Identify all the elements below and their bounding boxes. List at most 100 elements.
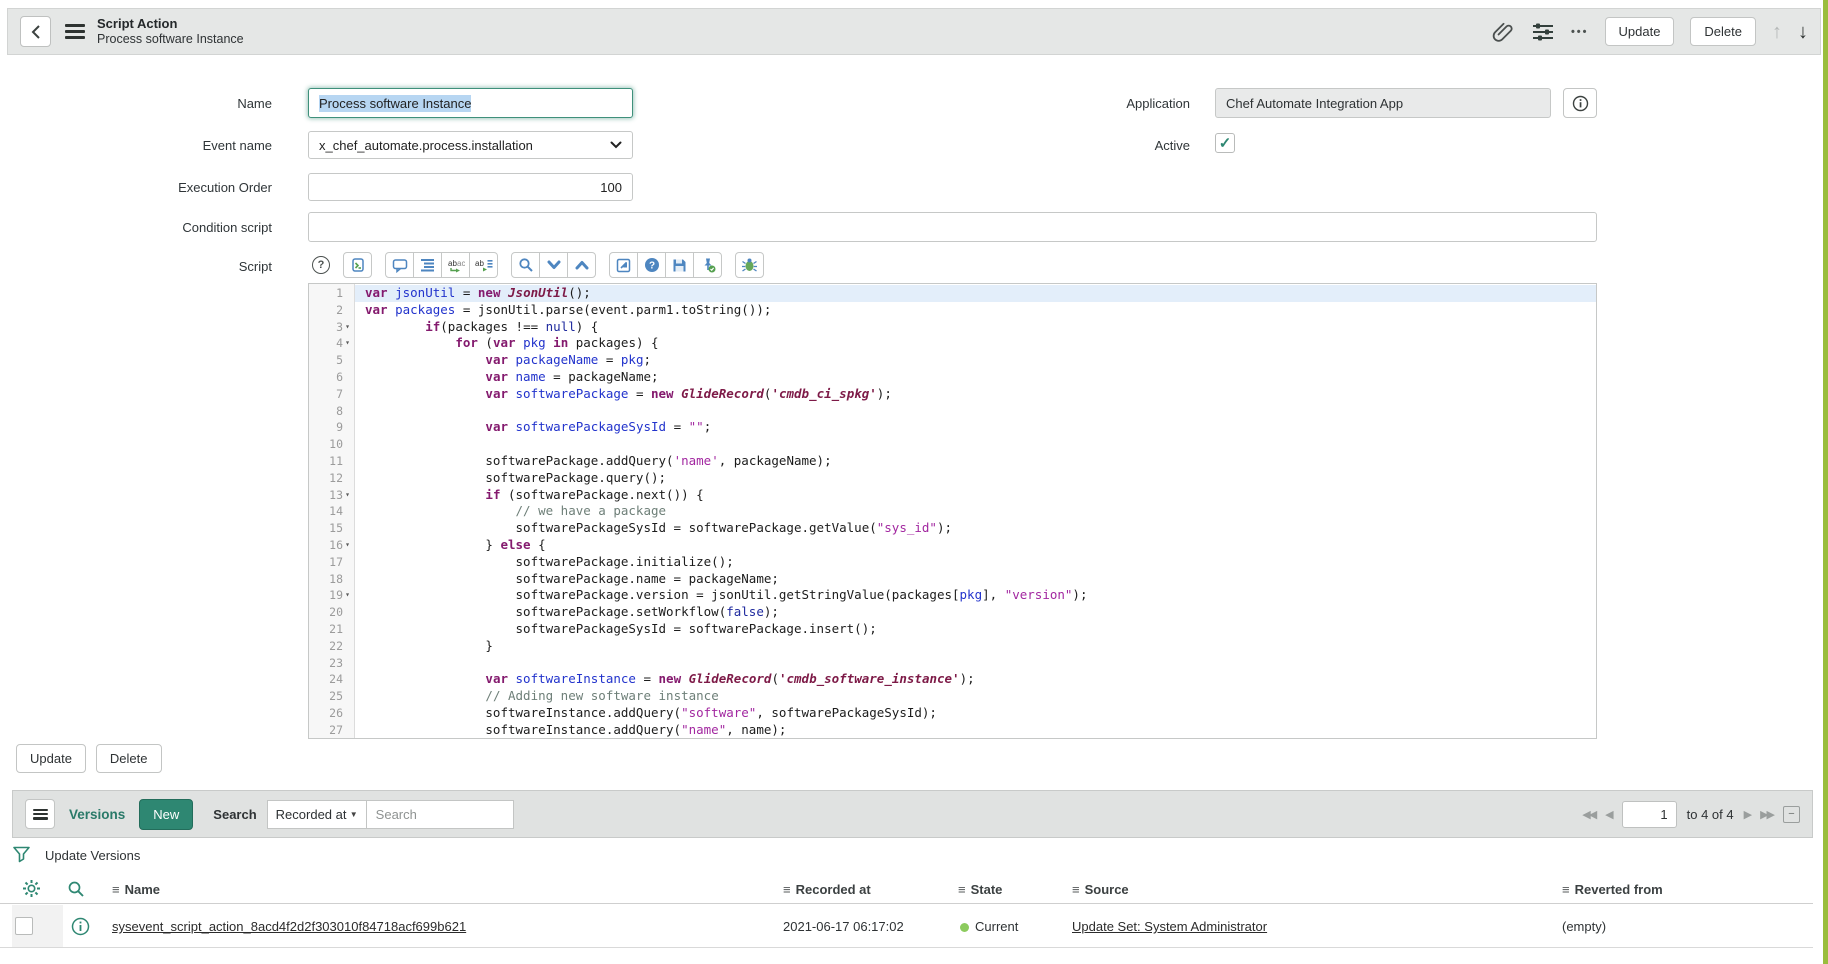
code-line[interactable]: var softwarePackageSysId = "";: [355, 419, 1596, 436]
record-info-icon[interactable]: [71, 917, 90, 936]
code-line[interactable]: softwarePackage.query();: [355, 470, 1596, 487]
code-line[interactable]: var softwarePackage = new GlideRecord('c…: [355, 386, 1596, 403]
line-number[interactable]: 21: [309, 621, 354, 638]
code-line[interactable]: var name = packageName;: [355, 369, 1596, 386]
format-code-button[interactable]: [413, 252, 442, 278]
code-line[interactable]: var packageName = pkg;: [355, 352, 1596, 369]
code-line[interactable]: [355, 436, 1596, 453]
execution-order-input[interactable]: 100: [308, 173, 633, 201]
application-info-button[interactable]: [1563, 88, 1597, 118]
script-editor[interactable]: 123▾4▾5678910111213▾141516▾171819▾202122…: [308, 283, 1597, 739]
personalize-sliders-icon[interactable]: [1531, 21, 1555, 43]
line-number[interactable]: 7: [309, 386, 354, 403]
code-lines[interactable]: var jsonUtil = new JsonUtil();var packag…: [355, 284, 1596, 738]
line-number[interactable]: 16▾: [309, 537, 354, 554]
column-menu-icon[interactable]: ≡: [1562, 882, 1570, 897]
next-page-icon[interactable]: ▶: [1744, 808, 1750, 821]
code-line[interactable]: softwarePackageSysId = softwarePackage.i…: [355, 621, 1596, 638]
line-number[interactable]: 1: [309, 285, 354, 302]
column-header-recorded-at[interactable]: ≡Recorded at: [783, 882, 871, 897]
toggle-comment-button[interactable]: [385, 252, 414, 278]
replace-all-button[interactable]: ab: [469, 252, 498, 278]
line-number[interactable]: 12: [309, 470, 354, 487]
gear-icon[interactable]: [22, 879, 41, 898]
new-version-button[interactable]: New: [139, 799, 193, 830]
code-line[interactable]: var softwareInstance = new GlideRecord('…: [355, 671, 1596, 688]
fold-toggle-icon[interactable]: ▾: [343, 537, 352, 554]
column-header-source[interactable]: ≡Source: [1072, 882, 1129, 897]
code-line[interactable]: softwarePackage.addQuery('name', package…: [355, 453, 1596, 470]
syntax-editor-toggle-button[interactable]: [343, 252, 372, 278]
code-line[interactable]: // Adding new software instance: [355, 688, 1596, 705]
script-debugger-button[interactable]: [735, 252, 764, 278]
column-header-reverted-from[interactable]: ≡Reverted from: [1562, 882, 1663, 897]
column-menu-icon[interactable]: ≡: [112, 882, 120, 897]
code-line[interactable]: [355, 655, 1596, 672]
column-header-state[interactable]: ≡State: [958, 882, 1002, 897]
active-checkbox[interactable]: ✓: [1215, 133, 1235, 153]
code-line[interactable]: softwarePackage.initialize();: [355, 554, 1596, 571]
code-line[interactable]: var jsonUtil = new JsonUtil();: [355, 285, 1596, 302]
version-name-link[interactable]: sysevent_script_action_8acd4f2d2f303010f…: [112, 919, 466, 934]
line-number[interactable]: 26: [309, 705, 354, 722]
code-line[interactable]: softwareInstance.addQuery("software", so…: [355, 705, 1596, 722]
field-help-icon[interactable]: ?: [312, 256, 330, 274]
filter-funnel-icon[interactable]: [12, 845, 31, 865]
name-input[interactable]: Process software Instance: [308, 88, 633, 118]
fold-toggle-icon[interactable]: ▾: [343, 587, 352, 604]
code-line[interactable]: // we have a package: [355, 503, 1596, 520]
code-line[interactable]: for (var pkg in packages) {: [355, 335, 1596, 352]
code-line[interactable]: var packages = jsonUtil.parse(event.parm…: [355, 302, 1596, 319]
update-button-header[interactable]: Update: [1605, 17, 1675, 46]
search-field-select[interactable]: Recorded at ▼: [267, 800, 367, 829]
column-header-name[interactable]: ≡Name: [112, 882, 160, 897]
find-previous-button[interactable]: [567, 252, 596, 278]
save-script-button[interactable]: [665, 252, 694, 278]
row-checkbox[interactable]: [15, 917, 33, 935]
line-number[interactable]: 25: [309, 688, 354, 705]
code-line[interactable]: softwareInstance.addQuery("name", name);: [355, 722, 1596, 738]
fold-toggle-icon[interactable]: ▾: [343, 335, 352, 352]
column-menu-icon[interactable]: ≡: [958, 882, 966, 897]
line-number[interactable]: 5: [309, 352, 354, 369]
code-line[interactable]: [355, 403, 1596, 420]
line-number[interactable]: 14: [309, 503, 354, 520]
more-options-icon[interactable]: •••: [1571, 26, 1589, 38]
pop-out-editor-button[interactable]: [609, 252, 638, 278]
check-pin-button[interactable]: [693, 252, 722, 278]
editor-help-button[interactable]: ?: [637, 252, 666, 278]
fold-toggle-icon[interactable]: ▾: [343, 319, 352, 336]
line-number[interactable]: 9: [309, 419, 354, 436]
line-number[interactable]: 13▾: [309, 487, 354, 504]
line-number[interactable]: 15: [309, 520, 354, 537]
column-menu-icon[interactable]: ≡: [1072, 882, 1080, 897]
line-number[interactable]: 27: [309, 722, 354, 739]
line-number[interactable]: 20: [309, 604, 354, 621]
event-name-select[interactable]: x_chef_automate.process.installation: [308, 131, 633, 159]
line-number[interactable]: 19▾: [309, 587, 354, 604]
code-line[interactable]: softwarePackage.name = packageName;: [355, 571, 1596, 588]
editor-search-button[interactable]: [511, 252, 540, 278]
code-line[interactable]: if (softwarePackage.next()) {: [355, 487, 1596, 504]
versions-search-input[interactable]: [366, 800, 514, 829]
page-number-input[interactable]: 1: [1622, 801, 1677, 828]
find-next-button[interactable]: [539, 252, 568, 278]
line-number[interactable]: 22: [309, 638, 354, 655]
code-line[interactable]: softwarePackage.version = jsonUtil.getSt…: [355, 587, 1596, 604]
line-number[interactable]: 8: [309, 403, 354, 420]
line-number[interactable]: 4▾: [309, 335, 354, 352]
line-number[interactable]: 23: [309, 655, 354, 672]
fold-toggle-icon[interactable]: ▾: [343, 487, 352, 504]
last-page-icon[interactable]: ▶▶: [1760, 808, 1773, 821]
versions-title[interactable]: Versions: [69, 807, 125, 822]
form-context-menu-icon[interactable]: [65, 24, 85, 39]
first-page-icon[interactable]: ◀◀: [1582, 808, 1595, 821]
line-number[interactable]: 24: [309, 671, 354, 688]
list-search-icon[interactable]: [67, 880, 85, 898]
condition-script-input[interactable]: [308, 212, 1597, 242]
code-line[interactable]: softwarePackage.setWorkflow(false);: [355, 604, 1596, 621]
list-context-menu-button[interactable]: [25, 799, 55, 829]
line-number[interactable]: 17: [309, 554, 354, 571]
scroll-down-icon[interactable]: ↓: [1798, 22, 1808, 42]
breadcrumb[interactable]: Update Versions: [45, 848, 140, 863]
